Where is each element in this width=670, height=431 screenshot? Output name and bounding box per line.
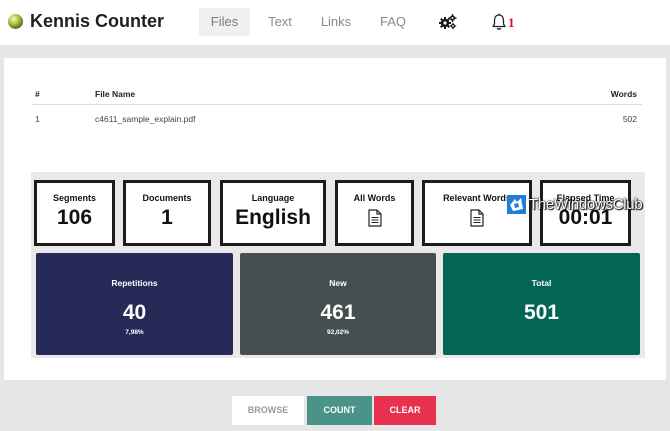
- row-word-count: 502: [622, 114, 637, 124]
- header-number: #: [35, 89, 40, 99]
- header-words: Words: [610, 89, 637, 99]
- segments-value: 106: [56, 206, 93, 229]
- repetitions-value: 40: [122, 301, 147, 324]
- all-words-label: All Words: [353, 193, 396, 203]
- watermark: TheWindowsClub: [507, 193, 643, 215]
- document-icon[interactable]: [367, 209, 382, 227]
- all-words-box[interactable]: All Words: [335, 180, 414, 246]
- gears-icon[interactable]: [439, 14, 457, 30]
- new-label: New: [329, 278, 347, 288]
- documents-label: Documents: [142, 193, 192, 203]
- total-label: Total: [531, 278, 552, 288]
- language-box: Language English: [220, 180, 326, 246]
- count-button[interactable]: COUNT: [307, 396, 372, 425]
- nav-tab-faq[interactable]: FAQ: [374, 8, 412, 36]
- table-header: # File Name Words: [32, 83, 642, 105]
- document-icon[interactable]: [470, 209, 484, 227]
- nav-tab-text[interactable]: Text: [262, 8, 298, 36]
- new-tile: New 461 92,02%: [240, 253, 436, 355]
- watermark-logo-icon: [507, 194, 526, 214]
- documents-value: 1: [161, 206, 173, 229]
- language-label: Language: [251, 193, 295, 203]
- clear-button[interactable]: CLEAR: [374, 396, 436, 425]
- watermark-text: TheWindowsClub: [529, 195, 643, 213]
- logo-icon: [8, 13, 23, 29]
- language-value: English: [235, 206, 311, 229]
- file-table: # File Name Words 1 c4611_sample_explain…: [32, 83, 642, 131]
- main-card: # File Name Words 1 c4611_sample_explain…: [4, 58, 666, 380]
- app-title: Kennis Counter: [30, 10, 165, 31]
- repetitions-percent: 7,98%: [125, 329, 144, 336]
- header-file-name: File Name: [95, 89, 136, 99]
- repetitions-tile: Repetitions 40 7,98%: [36, 253, 233, 355]
- repetitions-label: Repetitions: [111, 278, 158, 288]
- new-value: 461: [320, 301, 356, 324]
- new-percent: 92,02%: [326, 329, 350, 336]
- table-row[interactable]: 1 c4611_sample_explain.pdf 502: [32, 105, 642, 131]
- total-tile: Total 501: [443, 253, 640, 355]
- segments-box: Segments 106: [34, 180, 115, 246]
- browse-button[interactable]: BROWSE: [232, 396, 304, 425]
- row-file-name: c4611_sample_explain.pdf: [95, 114, 196, 124]
- top-navbar: Kennis Counter Files Text Links FAQ 1: [0, 0, 670, 46]
- bell-icon[interactable]: [491, 13, 507, 31]
- nav-tab-links[interactable]: Links: [316, 8, 356, 36]
- documents-box: Documents 1: [123, 180, 211, 246]
- total-value: 501: [523, 301, 560, 324]
- notification-count: 1: [508, 15, 515, 30]
- segments-label: Segments: [52, 193, 96, 203]
- nav-tab-files[interactable]: Files: [199, 8, 250, 36]
- row-number: 1: [35, 114, 40, 124]
- brand[interactable]: Kennis Counter: [8, 9, 164, 33]
